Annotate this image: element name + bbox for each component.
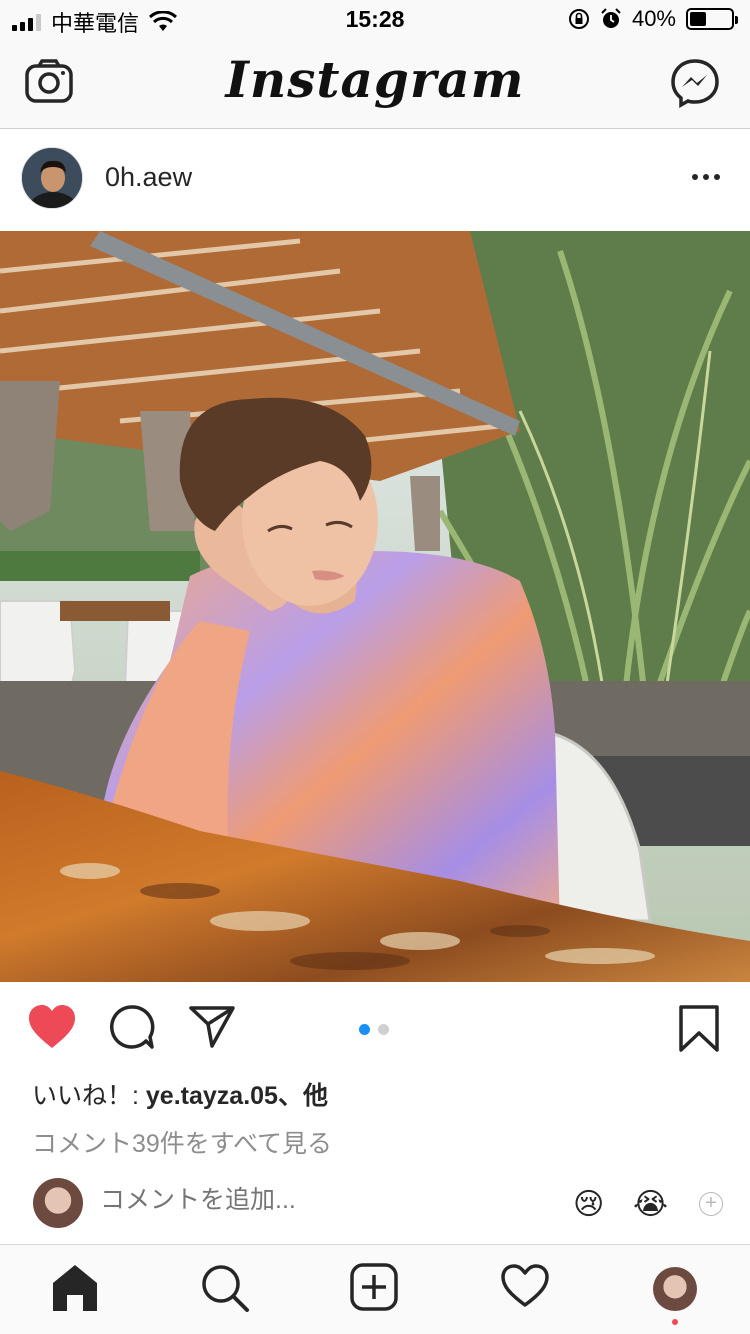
carousel-dot (378, 1024, 389, 1035)
app-logo: Instagram (225, 50, 525, 109)
search-icon[interactable] (200, 1263, 250, 1313)
new-post-icon[interactable] (350, 1263, 398, 1311)
alarm-icon (601, 8, 621, 28)
add-emoji-icon[interactable]: + (699, 1192, 723, 1216)
post-actions (0, 982, 750, 1077)
post-username[interactable]: 0h.aew (105, 162, 192, 193)
likes-prefix: いいね！: (32, 1082, 146, 1110)
bookmark-icon[interactable] (678, 1004, 720, 1054)
more-options-icon[interactable] (692, 174, 720, 180)
status-bar: 中華電信 15:28 40% (0, 0, 750, 40)
likes-suffix[interactable]: 、他 (278, 1082, 328, 1110)
battery-icon (686, 8, 738, 30)
post-author-avatar[interactable] (21, 147, 83, 209)
messenger-icon[interactable] (670, 58, 720, 108)
share-icon[interactable] (188, 1004, 236, 1050)
post-image[interactable] (0, 231, 750, 982)
post-header: 0h.aew (0, 130, 750, 230)
add-comment-row: 😢 😭 + (0, 1178, 750, 1238)
app-header: Instagram (0, 40, 750, 129)
orientation-lock-icon (568, 9, 589, 29)
emoji-loudly-crying[interactable]: 😭 (633, 1187, 668, 1222)
profile-avatar[interactable] (653, 1267, 697, 1311)
current-user-avatar (33, 1178, 83, 1228)
likes-summary[interactable]: いいね！: ye.tayza.05、他 (32, 1076, 328, 1112)
like-heart-icon[interactable] (27, 1004, 77, 1050)
activity-icon[interactable] (500, 1263, 550, 1309)
battery-percent: 40% (631, 6, 676, 31)
bottom-tab-bar (0, 1244, 750, 1334)
emoji-crying[interactable]: 😢 (573, 1187, 604, 1222)
home-icon[interactable] (51, 1263, 99, 1313)
carousel-indicator (359, 1024, 389, 1035)
view-all-comments-link[interactable]: コメント39件をすべて見る (32, 1124, 332, 1160)
status-right: 40% (568, 6, 738, 32)
likes-user[interactable]: ye.tayza.05 (146, 1082, 278, 1110)
comment-input[interactable] (100, 1186, 500, 1215)
carousel-dot-active (359, 1024, 370, 1035)
notification-dot (672, 1319, 678, 1325)
comment-icon[interactable] (109, 1004, 155, 1050)
